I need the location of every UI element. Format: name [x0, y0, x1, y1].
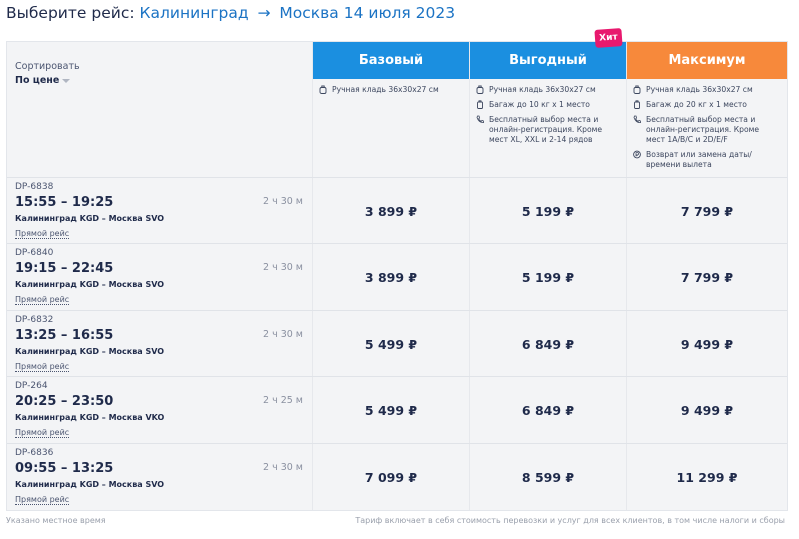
suitcase-icon	[476, 100, 484, 109]
price-profitable[interactable]: 5 199 ₽	[470, 244, 626, 310]
feature-text: Бесплатный выбор места и онлайн-регистра…	[489, 115, 603, 144]
feature-item: Ручная кладь 36x30x27 см	[633, 85, 771, 95]
page-title: Выберите рейс: Калининград → Москва 14 и…	[6, 4, 455, 22]
bag-icon	[319, 85, 327, 94]
fare-header-basic[interactable]: Базовый	[313, 42, 469, 79]
flight-number: DP-6832	[15, 315, 54, 325]
direct-flight-link[interactable]: Прямой рейс	[15, 295, 70, 305]
feature-item: Багаж до 10 кг x 1 место	[476, 100, 614, 110]
feature-item: Бесплатный выбор места и онлайн-регистра…	[476, 115, 614, 145]
flight-time: 20:25 – 23:50	[15, 394, 114, 409]
feature-text: Ручная кладь 36x30x27 см	[646, 85, 753, 94]
feature-text: Бесплатный выбор места и онлайн-регистра…	[646, 115, 760, 144]
sort-label: Сортировать	[15, 61, 80, 72]
suitcase-icon	[633, 100, 641, 109]
flight-duration: 2 ч 30 м	[263, 462, 303, 473]
feature-item: Ручная кладь 36x30x27 см	[476, 85, 614, 95]
flight-time: 19:15 – 22:45	[15, 261, 114, 276]
feature-item: Ручная кладь 36x30x27 см	[319, 85, 457, 95]
route-destination: Москва	[279, 4, 339, 22]
price-profitable[interactable]: 6 849 ₽	[470, 311, 626, 377]
flight-route: Калининград KGD – Москва SVO	[15, 347, 165, 356]
flight-duration: 2 ч 30 м	[263, 196, 303, 207]
price-maximum[interactable]: 9 499 ₽	[627, 377, 787, 443]
title-prefix: Выберите рейс:	[6, 4, 135, 22]
flight-time: 09:55 – 13:25	[15, 461, 114, 476]
flight-time: 13:25 – 16:55	[15, 328, 114, 343]
flight-duration: 2 ч 25 м	[263, 395, 303, 406]
bag-icon	[633, 85, 641, 94]
flight-row: DP-6838 15:55 – 19:25 Калининград KGD – …	[7, 178, 313, 244]
flight-number: DP-6840	[15, 248, 54, 258]
flight-row: DP-6840 19:15 – 22:45 Калининград KGD – …	[7, 244, 313, 310]
route-origin: Калининград	[139, 4, 249, 22]
price-basic[interactable]: 3 899 ₽	[313, 178, 469, 244]
direct-flight-link[interactable]: Прямой рейс	[15, 229, 70, 239]
flight-duration: 2 ч 30 м	[263, 329, 303, 340]
flight-row: DP-264 20:25 – 23:50 Калининград KGD – М…	[7, 377, 313, 443]
flight-number: DP-6838	[15, 182, 54, 192]
fare-table: Сортировать По цене Базовый Выгодный Хит…	[6, 28, 788, 511]
hit-badge: Хит	[594, 28, 623, 48]
feature-text: Ручная кладь 36x30x27 см	[489, 85, 596, 94]
feature-item: Бесплатный выбор места и онлайн-регистра…	[633, 115, 771, 145]
flight-route: Калининград KGD – Москва SVO	[15, 480, 165, 489]
flight-route: Калининград KGD – Москва SVO	[15, 280, 165, 289]
price-basic[interactable]: 7 099 ₽	[313, 444, 469, 510]
price-maximum[interactable]: 11 299 ₽	[627, 444, 787, 510]
phone-icon	[633, 115, 641, 124]
price-maximum[interactable]: 9 499 ₽	[627, 311, 787, 377]
flight-row: DP-6836 09:55 – 13:25 Калининград KGD – …	[7, 444, 313, 510]
flight-date: 14 июля 2023	[343, 4, 456, 22]
price-maximum[interactable]: 7 799 ₽	[627, 178, 787, 244]
flight-number: DP-6836	[15, 448, 54, 458]
sort-dropdown[interactable]: По цене	[15, 75, 71, 86]
fare-name: Базовый	[358, 53, 424, 68]
fare-note: Тариф включает в себя стоимость перевозк…	[355, 516, 785, 525]
refund-icon	[633, 150, 641, 159]
direct-flight-link[interactable]: Прямой рейс	[15, 428, 70, 438]
route-arrow: →	[257, 4, 271, 22]
sort-value: По цене	[15, 75, 60, 86]
feature-text: Ручная кладь 36x30x27 см	[332, 85, 439, 94]
feature-text: Возврат или замена даты/времени вылета	[646, 150, 752, 169]
fare-header-profitable[interactable]: Выгодный	[470, 42, 626, 79]
price-profitable[interactable]: 5 199 ₽	[470, 178, 626, 244]
feature-text: Багаж до 10 кг x 1 место	[489, 100, 590, 109]
fare-name: Максимум	[668, 53, 746, 68]
fare-features-maximum: Ручная кладь 36x30x27 см Багаж до 20 кг …	[633, 85, 771, 175]
flight-row: DP-6832 13:25 – 16:55 Калининград KGD – …	[7, 311, 313, 377]
price-profitable[interactable]: 6 849 ₽	[470, 377, 626, 443]
direct-flight-link[interactable]: Прямой рейс	[15, 362, 70, 372]
bag-icon	[476, 85, 484, 94]
feature-item: Багаж до 20 кг x 1 место	[633, 100, 771, 110]
fare-features-basic: Ручная кладь 36x30x27 см	[319, 85, 457, 100]
fare-header-maximum[interactable]: Максимум	[627, 42, 787, 79]
feature-text: Багаж до 20 кг x 1 место	[646, 100, 747, 109]
feature-item: Возврат или замена даты/времени вылета	[633, 150, 771, 170]
caret-down-icon	[62, 78, 71, 83]
direct-flight-link[interactable]: Прямой рейс	[15, 495, 70, 505]
price-basic[interactable]: 5 499 ₽	[313, 311, 469, 377]
flight-time: 15:55 – 19:25	[15, 195, 114, 210]
fare-name: Выгодный	[509, 53, 587, 68]
phone-icon	[476, 115, 484, 124]
local-time-note: Указано местное время	[6, 516, 106, 525]
fare-features-profitable: Ручная кладь 36x30x27 см Багаж до 10 кг …	[476, 85, 614, 150]
flight-route: Калининград KGD – Москва VKO	[15, 413, 165, 422]
flight-duration: 2 ч 30 м	[263, 262, 303, 273]
price-basic[interactable]: 3 899 ₽	[313, 244, 469, 310]
price-profitable[interactable]: 8 599 ₽	[470, 444, 626, 510]
flight-number: DP-264	[15, 381, 48, 391]
price-basic[interactable]: 5 499 ₽	[313, 377, 469, 443]
flight-route: Калининград KGD – Москва SVO	[15, 214, 165, 223]
price-maximum[interactable]: 7 799 ₽	[627, 244, 787, 310]
